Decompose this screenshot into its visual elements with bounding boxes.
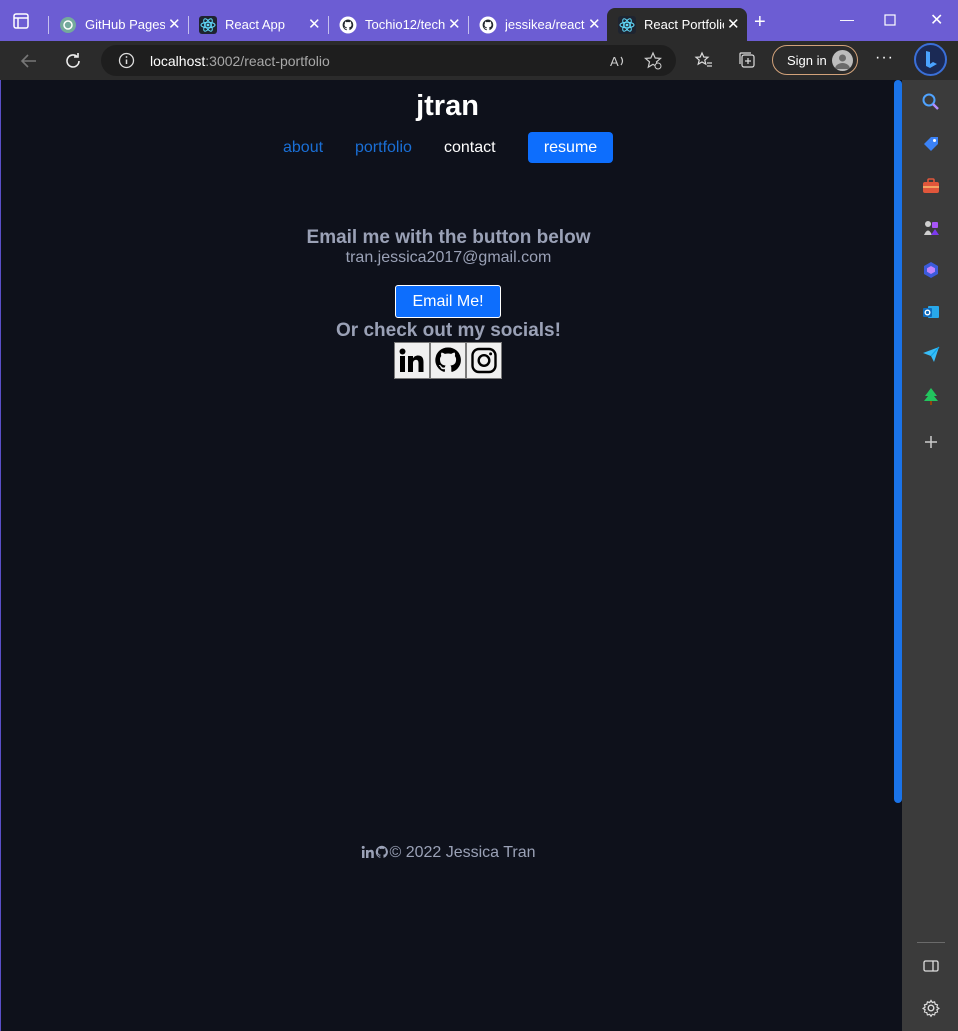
site-logo[interactable]: jtran <box>1 90 894 123</box>
linkedin-button[interactable] <box>394 342 430 379</box>
search-icon[interactable] <box>921 92 941 112</box>
email-me-button[interactable]: Email Me! <box>395 285 501 318</box>
page-scrollbar[interactable] <box>893 80 902 1031</box>
maximize-icon[interactable] <box>884 14 896 26</box>
refresh-icon[interactable] <box>62 50 84 72</box>
outlook-icon[interactable] <box>921 302 941 322</box>
svg-text:A: A <box>610 54 619 69</box>
tab-title: React App <box>225 17 285 32</box>
collections-icon[interactable] <box>737 50 757 70</box>
react-icon <box>199 16 217 34</box>
tab-close-icon[interactable]: ✕ <box>168 15 181 33</box>
browser-sidebar <box>902 80 958 1031</box>
address-bar[interactable]: localhost:3002/react-portfolio A <box>101 45 676 76</box>
footer: © 2022 Jessica Tran <box>1 844 896 862</box>
chatgpt-icon <box>60 17 76 33</box>
add-favorite-icon[interactable] <box>643 51 663 71</box>
settings-gear-icon[interactable] <box>921 998 941 1018</box>
browser-tab-bar: GitHub Pages ✕ React App ✕ Tochio12/tech… <box>0 0 958 41</box>
hide-sidebar-icon[interactable] <box>921 956 941 976</box>
instagram-button[interactable] <box>466 342 502 379</box>
url-text: localhost:3002/react-portfolio <box>150 53 330 69</box>
footer-github-icon[interactable] <box>375 845 389 859</box>
window-close-icon[interactable]: ✕ <box>930 10 943 30</box>
browser-tab[interactable]: React App ✕ <box>188 8 328 41</box>
github-icon <box>339 16 357 34</box>
socials-heading: Or check out my socials! <box>336 320 561 341</box>
scrollbar-thumb[interactable] <box>894 80 902 803</box>
nav-portfolio-link[interactable]: portfolio <box>355 139 412 157</box>
new-tab-icon[interactable]: + <box>754 12 766 32</box>
nav-contact-link[interactable]: contact <box>444 139 496 157</box>
tools-icon[interactable] <box>921 176 941 196</box>
back-arrow-icon[interactable] <box>18 50 40 72</box>
tab-title: GitHub Pages <box>85 17 165 32</box>
tab-title: Tochio12/tech <box>365 17 445 32</box>
tab-actions-icon[interactable] <box>12 12 30 30</box>
url-path: :3002/react-portfolio <box>205 53 330 69</box>
instagram-icon <box>471 347 497 374</box>
email-address: tran.jessica2017@gmail.com <box>345 249 552 266</box>
nav-about-link[interactable]: about <box>283 139 323 157</box>
minimize-icon[interactable]: — <box>840 11 854 27</box>
page-viewport: jtran about portfolio contact resume Ema… <box>0 80 902 1031</box>
email-heading: Email me with the button below <box>306 227 591 248</box>
github-icon <box>479 16 497 34</box>
github-button[interactable] <box>430 342 466 379</box>
url-host: localhost <box>150 53 206 69</box>
add-icon[interactable] <box>921 432 941 452</box>
github-icon <box>435 347 461 372</box>
shopping-tag-icon[interactable] <box>921 134 941 154</box>
tab-title: React Portfolio <box>644 17 724 32</box>
browser-tab-active[interactable]: React Portfolio ✕ <box>607 8 747 41</box>
more-options-icon[interactable]: ··· <box>875 49 894 67</box>
read-aloud-icon[interactable]: A <box>608 51 628 71</box>
tab-title: jessikea/react <box>505 17 585 32</box>
tab-close-icon[interactable]: ✕ <box>448 15 461 33</box>
send-icon[interactable] <box>921 344 941 364</box>
linkedin-icon <box>399 348 424 372</box>
sign-in-button[interactable]: Sign in <box>772 45 858 75</box>
profile-avatar-icon <box>832 50 853 71</box>
react-icon <box>618 16 636 34</box>
favorites-icon[interactable] <box>694 50 714 70</box>
browser-tab[interactable]: GitHub Pages ✕ <box>48 8 188 41</box>
footer-linkedin-icon[interactable] <box>361 845 375 859</box>
browser-toolbar: localhost:3002/react-portfolio A Sign in… <box>0 41 958 80</box>
sign-in-label: Sign in <box>787 53 827 68</box>
copyright-text: © 2022 Jessica Tran <box>389 844 536 861</box>
tree-icon[interactable] <box>921 386 941 406</box>
games-icon[interactable] <box>921 218 941 238</box>
tab-close-icon[interactable]: ✕ <box>727 15 740 33</box>
microsoft-365-icon[interactable] <box>921 260 941 280</box>
tab-close-icon[interactable]: ✕ <box>588 15 601 33</box>
bing-copilot-icon[interactable] <box>914 43 947 76</box>
sidebar-divider <box>917 942 945 943</box>
info-icon[interactable] <box>118 52 135 69</box>
tab-close-icon[interactable]: ✕ <box>308 15 321 33</box>
browser-tab[interactable]: jessikea/react ✕ <box>468 8 608 41</box>
resume-button[interactable]: resume <box>528 132 613 163</box>
browser-tab[interactable]: Tochio12/tech ✕ <box>328 8 468 41</box>
